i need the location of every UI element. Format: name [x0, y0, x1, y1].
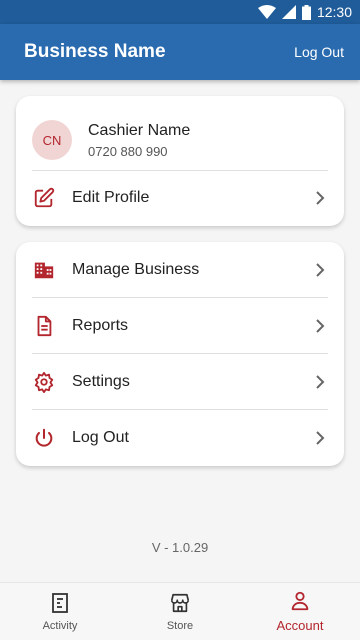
edit-profile-label: Edit Profile	[72, 189, 150, 206]
profile-text: Cashier Name 0720 880 990	[88, 122, 190, 159]
profile-phone: 0720 880 990	[88, 143, 168, 159]
nav-item-store[interactable]: Store	[120, 583, 240, 640]
chevron-right-icon	[312, 374, 328, 390]
profile-card: CN Cashier Name 0720 880 990 Edit Profil…	[16, 96, 344, 226]
building-icon	[32, 258, 56, 282]
menu-item-label: Log Out	[72, 429, 129, 446]
signal-icon	[281, 5, 296, 19]
chevron-right-icon	[312, 190, 328, 206]
profile-name: Cashier Name	[88, 121, 191, 139]
logout-button[interactable]: Log Out	[294, 44, 344, 60]
status-time: 12:30	[316, 4, 352, 20]
menu-item-label: Settings	[72, 373, 130, 390]
document-icon	[32, 314, 56, 338]
chevron-right-icon	[312, 318, 328, 334]
menu-item-manage-business[interactable]: Manage Business	[32, 242, 328, 298]
receipt-icon	[50, 592, 70, 617]
menu-item-label: Manage Business	[72, 261, 200, 278]
avatar: CN	[32, 120, 72, 160]
edit-icon	[32, 186, 56, 210]
battery-icon	[301, 4, 311, 20]
person-icon	[289, 590, 311, 615]
profile-row: CN Cashier Name 0720 880 990	[32, 110, 328, 170]
power-icon	[32, 426, 56, 450]
wifi-icon	[257, 5, 276, 19]
edit-profile-button[interactable]: Edit Profile	[32, 170, 328, 226]
nav-label: Store	[166, 619, 194, 632]
menu-item-reports[interactable]: Reports	[32, 298, 328, 354]
chevron-right-icon	[312, 430, 328, 446]
bottom-nav: Activity Store Account	[0, 582, 360, 640]
menu-card: Manage Business Reports Settings Log Out	[16, 242, 344, 466]
nav-label: Account	[276, 618, 324, 633]
nav-label: Activity	[42, 619, 78, 632]
page-title: Business Name	[24, 41, 166, 62]
store-icon	[169, 592, 191, 617]
gear-icon	[32, 370, 56, 394]
chevron-right-icon	[312, 262, 328, 278]
menu-item-label: Reports	[72, 317, 129, 334]
menu-item-logout[interactable]: Log Out	[32, 410, 328, 466]
menu-item-settings[interactable]: Settings	[32, 354, 328, 410]
status-bar: 12:30	[0, 0, 360, 24]
app-bar: Business Name Log Out	[0, 24, 360, 80]
nav-item-account[interactable]: Account	[240, 583, 360, 640]
app-version: V - 1.0.29	[151, 540, 209, 555]
nav-item-activity[interactable]: Activity	[0, 583, 120, 640]
